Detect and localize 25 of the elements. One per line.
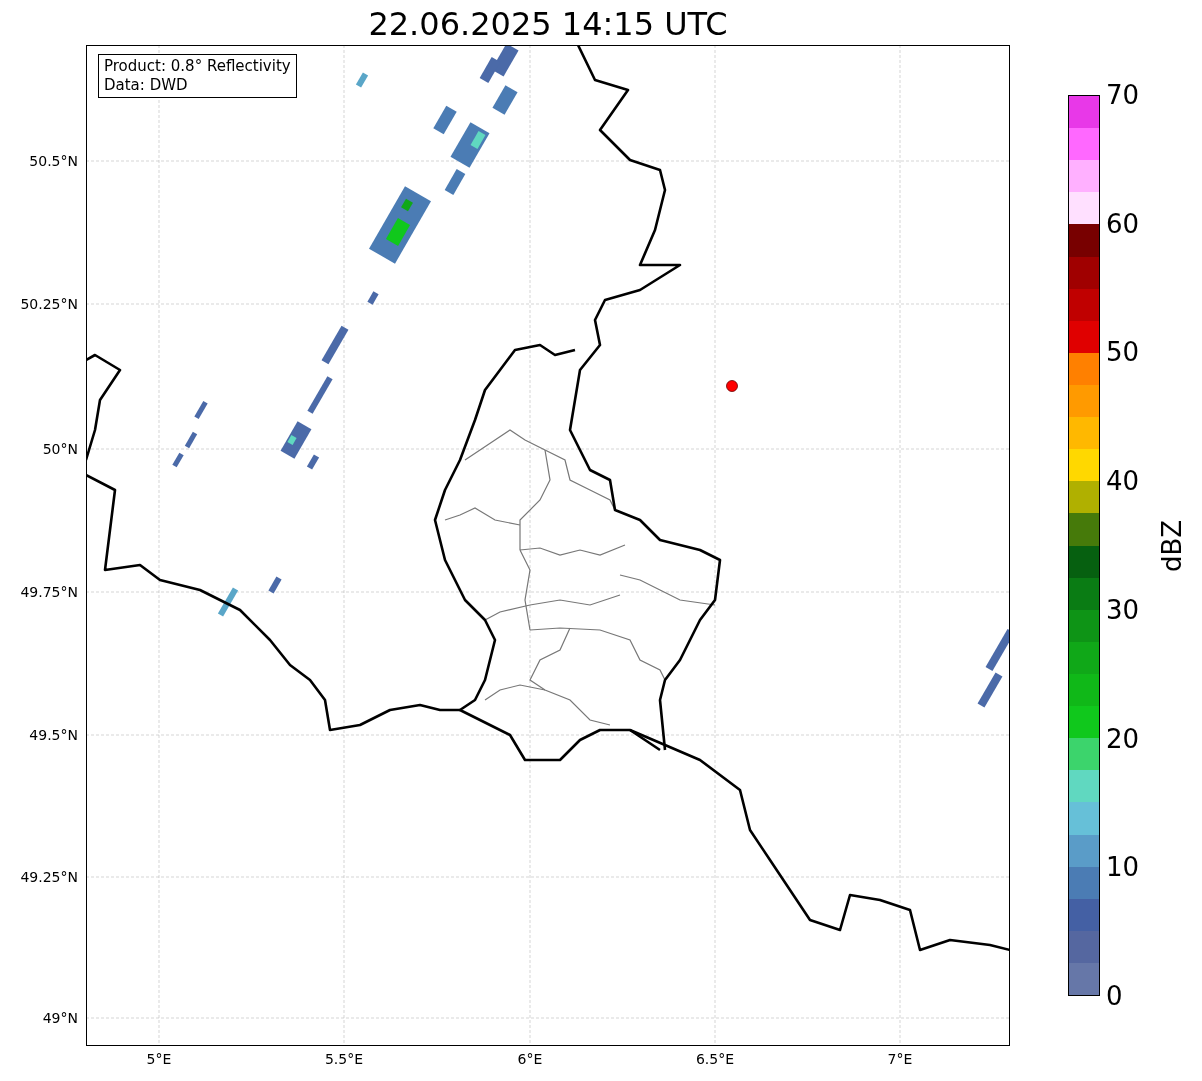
colorbar-tick-label: 30 (1106, 596, 1140, 623)
colorbar-tick-label: 70 (1106, 82, 1140, 108)
colorbar-tick-label: 40 (1106, 468, 1140, 495)
colorbar-tick-label: 50 (1106, 339, 1140, 366)
longitude-label: 7°E (886, 1052, 914, 1066)
latitude-label: 49°N (42, 1011, 78, 1025)
info-text: Product: 0.8° Reflectivity (104, 57, 291, 76)
longitude-label: 5°E (145, 1052, 173, 1066)
chart-title: 22.06.2025 14:15 UTC (367, 5, 729, 40)
longitude-label: 5.5°E (323, 1052, 365, 1066)
longitude-label: 6.5°E (694, 1052, 736, 1066)
info-text: Data: DWD (104, 76, 189, 95)
latitude-label: 49.25°N (20, 870, 78, 884)
latitude-label: 49.5°N (29, 728, 78, 742)
latitude-label: 50.5°N (29, 154, 78, 168)
latitude-label: 50.25°N (20, 297, 78, 311)
colorbar-tick-label: 0 (1106, 983, 1123, 1009)
colorbar-tick-label: 10 (1106, 854, 1140, 881)
colorbar-tick-label: 20 (1106, 725, 1140, 752)
longitude-label: 6°E (516, 1052, 544, 1066)
latitude-label: 50°N (42, 442, 78, 456)
latitude-label: 49.75°N (20, 585, 78, 599)
colorbar-label: dBZ (1159, 519, 1186, 572)
colorbar-tick-label: 60 (1106, 210, 1140, 237)
location-marker (726, 380, 738, 392)
